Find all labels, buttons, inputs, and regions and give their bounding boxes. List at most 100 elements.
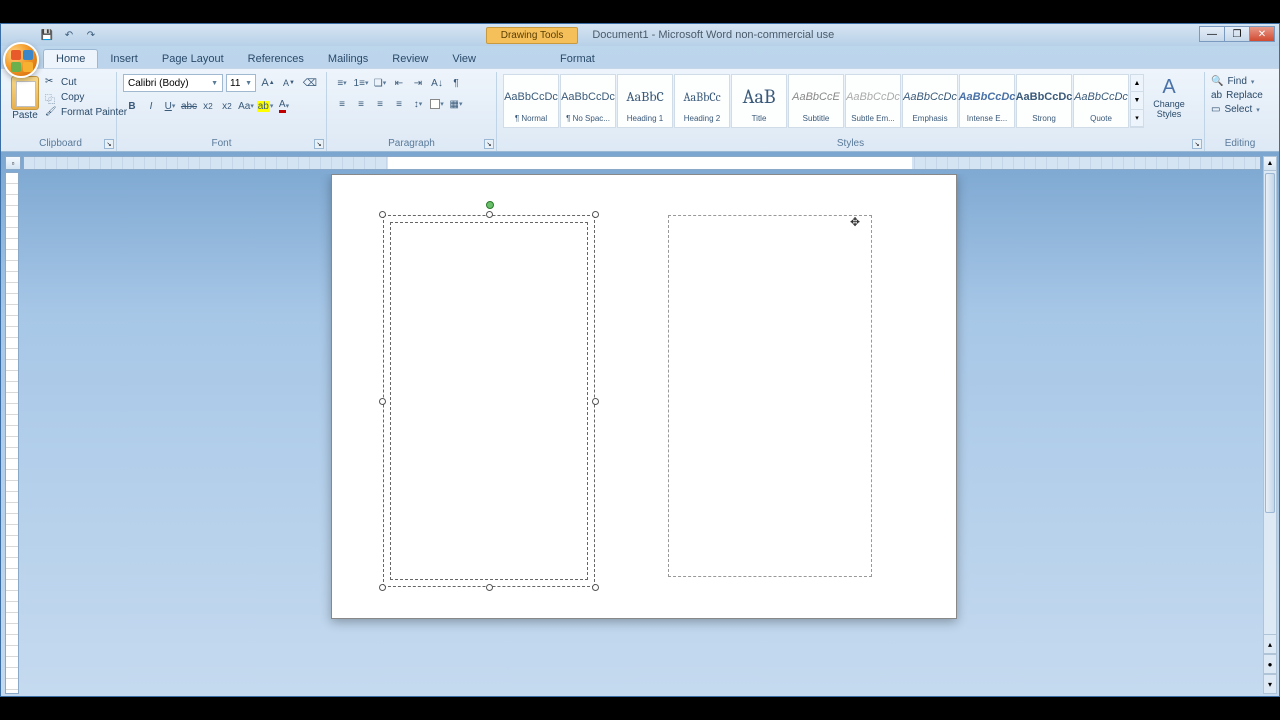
replace-button[interactable]: abReplace xyxy=(1211,90,1263,101)
save-icon[interactable]: 💾 xyxy=(39,27,55,43)
gallery-down-button[interactable]: ▼ xyxy=(1131,92,1143,109)
scroll-thumb[interactable] xyxy=(1265,173,1275,513)
vertical-scrollbar[interactable]: ▲ ▼ xyxy=(1263,156,1277,674)
grow-font-button[interactable]: A▲ xyxy=(259,74,277,92)
italic-button[interactable]: I xyxy=(142,97,160,115)
style-quote[interactable]: AaBbCcDcQuote xyxy=(1073,74,1129,128)
title-bar: 💾 ↶ ↷ Drawing Tools Document1 - Microsof… xyxy=(1,24,1279,46)
clipboard-group-label: Clipboard xyxy=(11,137,110,151)
shading-button[interactable]: ▾ xyxy=(428,95,446,113)
copy-button[interactable]: Copy xyxy=(45,91,127,103)
find-button[interactable]: 🔍Find▾ xyxy=(1211,76,1263,87)
style-subtitle[interactable]: AaBbCcESubtitle xyxy=(788,74,844,128)
ribbon-tabs: Home Insert Page Layout References Maili… xyxy=(1,46,1279,68)
font-size-value: 11 xyxy=(230,78,240,89)
redo-icon[interactable]: ↷ xyxy=(83,27,99,43)
clipboard-launcher[interactable]: ↘ xyxy=(104,139,114,149)
bold-button[interactable]: B xyxy=(123,97,141,115)
resize-handle-nw[interactable] xyxy=(379,211,386,218)
decrease-indent-button[interactable]: ⇤ xyxy=(390,74,408,92)
paste-button[interactable]: Paste xyxy=(11,74,39,121)
style-subtle-emphasis[interactable]: AaBbCcDcSubtle Em... xyxy=(845,74,901,128)
undo-icon[interactable]: ↶ xyxy=(61,27,77,43)
tab-references[interactable]: References xyxy=(236,50,316,68)
cut-button[interactable]: Cut xyxy=(45,76,127,88)
borders-button[interactable]: ▦▾ xyxy=(447,95,465,113)
resize-handle-sw[interactable] xyxy=(379,584,386,591)
maximize-button[interactable]: ❐ xyxy=(1224,26,1250,42)
style-title[interactable]: AaBTitle xyxy=(731,74,787,128)
style-preview: AaBbCcDc xyxy=(1016,80,1073,114)
style-emphasis[interactable]: AaBbCcDcEmphasis xyxy=(902,74,958,128)
clear-formatting-button[interactable]: ⌫ xyxy=(301,74,319,92)
numbering-button[interactable]: 1≡▾ xyxy=(352,74,370,92)
increase-indent-button[interactable]: ⇥ xyxy=(409,74,427,92)
font-name-combo[interactable]: Calibri (Body)▼ xyxy=(123,74,223,92)
subscript-button[interactable]: x2 xyxy=(199,97,217,115)
resize-handle-n[interactable] xyxy=(486,211,493,218)
scroll-up-button[interactable]: ▲ xyxy=(1264,157,1276,171)
tab-review[interactable]: Review xyxy=(380,50,440,68)
style-name: Intense E... xyxy=(967,114,1007,123)
replace-icon: ab xyxy=(1211,90,1222,101)
rotate-handle[interactable] xyxy=(486,201,494,209)
prev-page-button[interactable]: ▴ xyxy=(1263,634,1277,654)
quick-access-toolbar: 💾 ↶ ↷ xyxy=(39,27,99,43)
highlight-button[interactable]: ab▾ xyxy=(256,97,274,115)
line-spacing-button[interactable]: ↕▾ xyxy=(409,95,427,113)
align-center-button[interactable]: ≡ xyxy=(352,95,370,113)
format-painter-button[interactable]: Format Painter xyxy=(45,106,127,118)
paragraph-launcher[interactable]: ↘ xyxy=(484,139,494,149)
font-color-button[interactable]: A▾ xyxy=(275,97,293,115)
textbox-selected[interactable] xyxy=(390,222,588,580)
tab-insert[interactable]: Insert xyxy=(98,50,150,68)
font-size-combo[interactable]: 11▼ xyxy=(226,74,256,92)
resize-handle-ne[interactable] xyxy=(592,211,599,218)
underline-button[interactable]: U▾ xyxy=(161,97,179,115)
tab-home[interactable]: Home xyxy=(43,49,98,68)
align-left-button[interactable]: ≡ xyxy=(333,95,351,113)
justify-button[interactable]: ≡ xyxy=(390,95,408,113)
browse-select-button[interactable]: ● xyxy=(1263,654,1277,674)
style-heading2[interactable]: AaBbCcHeading 2 xyxy=(674,74,730,128)
align-right-button[interactable]: ≡ xyxy=(371,95,389,113)
tab-format[interactable]: Format xyxy=(548,50,607,68)
style-intense-emphasis[interactable]: AaBbCcDcIntense E... xyxy=(959,74,1015,128)
font-launcher[interactable]: ↘ xyxy=(314,139,324,149)
resize-handle-se[interactable] xyxy=(592,584,599,591)
style-preview: AaBbCc xyxy=(683,80,720,114)
select-button[interactable]: ▭Select▾ xyxy=(1211,104,1263,115)
close-button[interactable]: ✕ xyxy=(1249,26,1275,42)
ruler-corner-button[interactable]: ▫ xyxy=(5,156,21,170)
change-styles-button[interactable]: A Change Styles xyxy=(1148,74,1190,119)
styles-launcher[interactable]: ↘ xyxy=(1192,139,1202,149)
tab-view[interactable]: View xyxy=(440,50,488,68)
style-strong[interactable]: AaBbCcDcStrong xyxy=(1016,74,1072,128)
shrink-font-button[interactable]: A▼ xyxy=(280,74,298,92)
gallery-expand-button[interactable]: ▾ xyxy=(1131,110,1143,127)
multilevel-button[interactable]: ❏▾ xyxy=(371,74,389,92)
show-marks-button[interactable]: ¶ xyxy=(447,74,465,92)
resize-handle-s[interactable] xyxy=(486,584,493,591)
horizontal-ruler[interactable] xyxy=(23,156,1261,170)
textbox-2[interactable] xyxy=(668,215,872,577)
minimize-button[interactable]: — xyxy=(1199,26,1225,42)
change-case-button[interactable]: Aa▾ xyxy=(237,97,255,115)
document-page[interactable]: ✥ xyxy=(331,174,957,619)
office-button[interactable] xyxy=(3,42,39,78)
tab-page-layout[interactable]: Page Layout xyxy=(150,50,236,68)
strikethrough-button[interactable]: abc xyxy=(180,97,198,115)
next-page-button[interactable]: ▾ xyxy=(1263,674,1277,694)
vertical-ruler[interactable] xyxy=(5,172,19,694)
tab-mailings[interactable]: Mailings xyxy=(316,50,380,68)
gallery-up-button[interactable]: ▲ xyxy=(1131,75,1143,92)
style-no-spacing[interactable]: AaBbCcDc¶ No Spac... xyxy=(560,74,616,128)
resize-handle-e[interactable] xyxy=(592,398,599,405)
resize-handle-w[interactable] xyxy=(379,398,386,405)
style-normal[interactable]: AaBbCcDc¶ Normal xyxy=(503,74,559,128)
bullets-button[interactable]: ≡▾ xyxy=(333,74,351,92)
sort-button[interactable]: A↓ xyxy=(428,74,446,92)
superscript-button[interactable]: x2 xyxy=(218,97,236,115)
style-heading1[interactable]: AaBbCHeading 1 xyxy=(617,74,673,128)
style-name: Emphasis xyxy=(912,114,947,123)
